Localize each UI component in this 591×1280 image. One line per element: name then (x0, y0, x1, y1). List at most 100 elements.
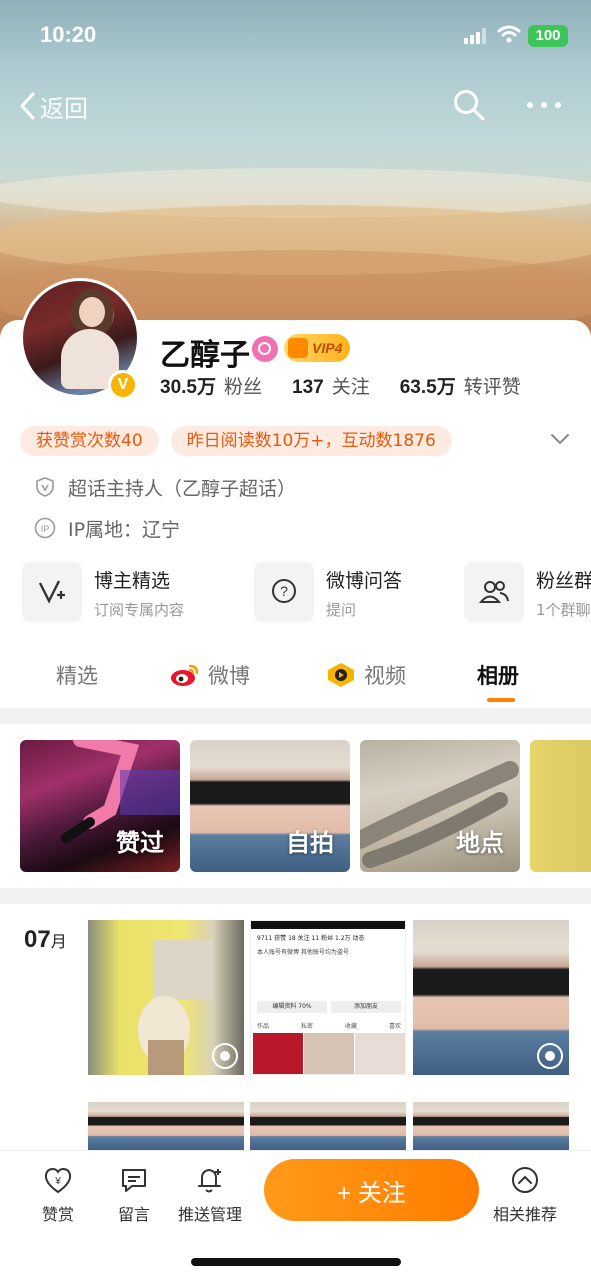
screenshot-stats: 9711 获赞 18 关注 11 粉丝 1.2万 动态 (257, 935, 365, 942)
svg-text:?: ? (280, 583, 288, 599)
month-label: 07月 (24, 926, 67, 954)
vip-badge[interactable]: VIP4 (284, 334, 351, 362)
screenshot-thumb (253, 1033, 303, 1074)
month-unit: 月 (50, 934, 67, 951)
chevron-left-icon (20, 92, 35, 120)
ip-text: IP属地：辽宁 (68, 518, 181, 541)
search-icon[interactable] (452, 88, 486, 122)
back-button[interactable]: 返回 (18, 86, 88, 126)
super-host-row[interactable]: 超话主持人（乙醇子超话） (34, 474, 296, 500)
svg-text:IP: IP (41, 524, 50, 534)
active-tab-indicator (487, 698, 515, 702)
stat-label: 粉丝 (223, 376, 262, 398)
super-host-text: 超话主持人（乙醇子超话） (68, 477, 297, 500)
tag-reading-stats[interactable]: 昨日阅读数10万+，互动数1876 (170, 426, 452, 456)
service-qa[interactable]: ? 微博问答 提问 (254, 562, 402, 624)
ip-icon: IP (34, 517, 56, 539)
photo-thumbnail[interactable]: 9711 获赞 18 关注 11 粉丝 1.2万 动态 本人账号有微博 其他账号… (250, 920, 406, 1075)
service-entries: 博主精选 订阅专属内容 ? 微博问答 提问 粉丝群 1个群聊 (22, 562, 591, 624)
screenshot-thumb (304, 1033, 354, 1074)
photo-thumbnail[interactable] (88, 1102, 244, 1150)
service-fan-group[interactable]: 粉丝群 1个群聊 (464, 562, 591, 624)
svg-text:¥: ¥ (54, 1176, 61, 1187)
bell-icon (198, 1168, 221, 1193)
stat-following[interactable]: 137 关注 (292, 372, 370, 399)
profile-name: 乙醇子 (160, 338, 250, 373)
question-icon: ? (254, 562, 314, 622)
section-divider (0, 888, 591, 904)
tab-label: 相册 (477, 664, 519, 688)
wifi-icon (497, 25, 521, 43)
crown-icon (288, 338, 308, 358)
signal-icon (464, 28, 488, 44)
related-recommend-label: 相关推荐 (492, 1205, 557, 1224)
album-categories: 赞过 自拍 地点 (20, 740, 591, 872)
screenshot-edit: 编辑资料 70% (257, 1001, 327, 1013)
photo-thumbnail[interactable] (413, 1102, 569, 1150)
home-indicator (191, 1258, 401, 1266)
follow-button[interactable]: + 关注 (264, 1159, 479, 1221)
tab-featured[interactable]: 精选 (56, 660, 98, 690)
live-photo-icon (537, 1043, 563, 1069)
shield-icon (36, 477, 54, 497)
message-label: 留言 (117, 1205, 150, 1224)
stat-label: 转评赞 (463, 376, 521, 398)
service-title: 粉丝群 (536, 570, 591, 592)
live-photo-icon (212, 1043, 238, 1069)
related-recommend-button[interactable]: 相关推荐 (485, 1165, 565, 1225)
reward-icon: ¥ (44, 1167, 72, 1194)
service-title: 微博问答 (326, 570, 403, 592)
section-divider (0, 708, 591, 724)
video-icon (328, 663, 354, 687)
tab-weibo[interactable]: 微博 (170, 660, 250, 690)
group-icon (464, 562, 524, 622)
tab-label: 微博 (208, 664, 250, 688)
album-selfie[interactable]: 自拍 (190, 740, 350, 872)
more-icon[interactable] (525, 88, 563, 122)
stat-label: 关注 (331, 376, 370, 398)
battery-indicator: 100 (528, 25, 568, 47)
profile-tabs: 精选 微博 视频 相册 (0, 650, 591, 706)
stat-followers[interactable]: 30.5万 粉丝 (160, 372, 262, 399)
service-featured[interactable]: 博主精选 订阅专属内容 (22, 562, 184, 624)
screenshot-bio: 本人账号有微博 其他账号均为盗号 (257, 949, 349, 956)
back-label: 返回 (40, 94, 88, 123)
screenshot-tabs: 作品 私密 收藏 喜欢 (257, 1023, 401, 1030)
album-label: 自拍 (286, 829, 334, 857)
reward-button[interactable]: ¥ 赞赏 (18, 1165, 98, 1225)
ip-row: IP IP属地：辽宁 (34, 515, 180, 541)
verified-badge-icon: V (108, 370, 138, 400)
service-title: 博主精选 (94, 570, 171, 592)
album-label: 地点 (456, 829, 504, 857)
reward-label: 赞赏 (41, 1205, 74, 1224)
tab-label: 视频 (364, 664, 406, 688)
album-location[interactable]: 地点 (360, 740, 520, 872)
album-label: 赞过 (116, 829, 164, 857)
service-subtitle: 提问 (326, 601, 357, 619)
tag-reward-count[interactable]: 获赞赏次数40 (20, 426, 159, 456)
photo-thumbnail[interactable] (413, 920, 569, 1075)
stat-number: 63.5万 (399, 377, 456, 398)
profile-stats: 30.5万 粉丝 137 关注 63.5万 转评赞 (160, 372, 551, 400)
chevron-down-icon[interactable] (550, 432, 570, 446)
stat-number: 137 (292, 377, 324, 398)
featured-icon (22, 562, 82, 622)
album-more[interactable] (530, 740, 591, 872)
photo-thumbnail[interactable] (250, 1102, 406, 1150)
tab-album[interactable]: 相册 (477, 660, 519, 690)
photo-thumbnail[interactable] (88, 920, 244, 1075)
status-bar: 10:20 100 (0, 0, 591, 70)
vip-label: VIP4 (312, 340, 343, 356)
message-button[interactable]: 留言 (94, 1165, 174, 1225)
push-settings-button[interactable]: 推送管理 (170, 1165, 250, 1225)
album-liked[interactable]: 赞过 (20, 740, 180, 872)
service-subtitle: 1个群聊 (536, 601, 591, 619)
super-topic-badge-icon[interactable] (252, 336, 278, 362)
tab-video[interactable]: 视频 (326, 660, 406, 690)
message-icon (122, 1169, 146, 1192)
tab-label: 精选 (56, 664, 98, 688)
weibo-icon (171, 664, 199, 686)
stat-interactions[interactable]: 63.5万 转评赞 (400, 372, 521, 399)
top-nav: 返回 (0, 82, 591, 128)
screenshot-add: 添加朋友 (331, 1001, 401, 1013)
